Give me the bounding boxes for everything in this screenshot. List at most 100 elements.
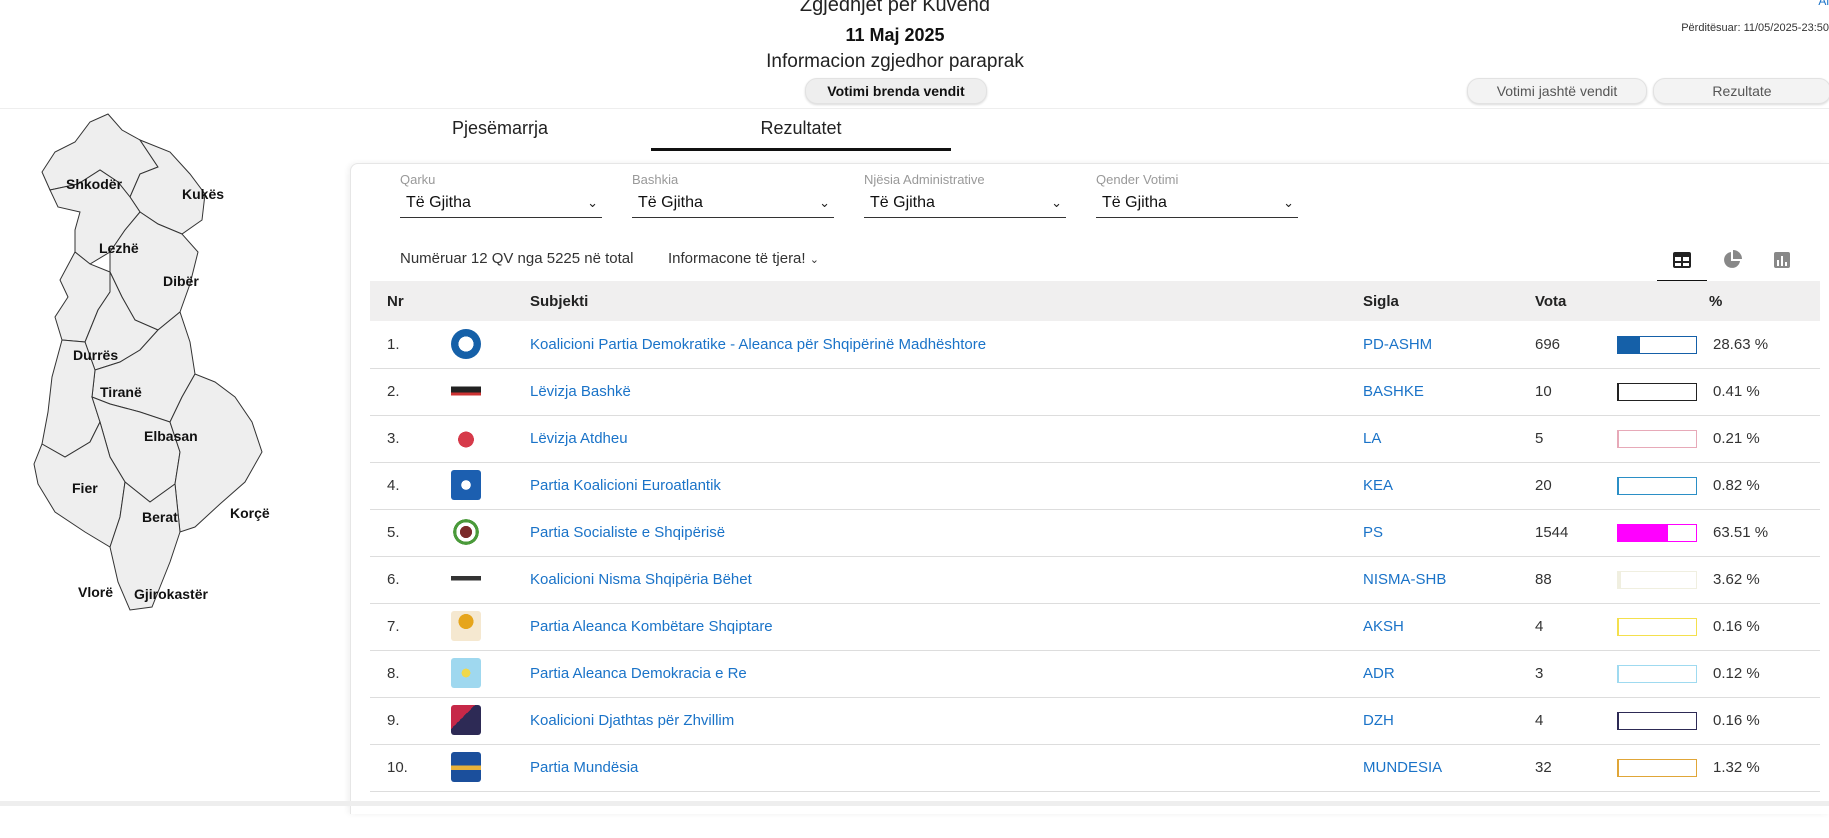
admin-unit-select[interactable]: Të Gjitha⌄	[864, 190, 1066, 218]
table-row[interactable]: 5.Partia Socialiste e ShqipërisëPS154463…	[370, 509, 1820, 557]
filter-label: Qarku	[400, 172, 602, 190]
region-fier[interactable]: Fier	[72, 480, 98, 496]
party-acronym-link[interactable]: KEA	[1363, 477, 1393, 494]
party-votes: 1544	[1535, 524, 1568, 541]
party-votes: 88	[1535, 571, 1552, 588]
party-percent: 3.62 %	[1713, 571, 1760, 588]
table-row[interactable]: 4.Partia Koalicioni EuroatlantikKEA200.8…	[370, 462, 1820, 510]
party-acronym-link[interactable]: ADR	[1363, 665, 1395, 682]
pie-view-button[interactable]	[1707, 240, 1757, 280]
party-name-link[interactable]: Partia Koalicioni Euroatlantik	[530, 477, 721, 494]
table-row[interactable]: 1. Koalicioni Partia Demokratike - Aleanc…	[370, 321, 1820, 369]
tab-results[interactable]: Rezultatet	[651, 118, 951, 139]
party-votes: 696	[1535, 336, 1560, 353]
party-votes: 3	[1535, 665, 1543, 682]
table-row[interactable]: 8.Partia Aleanca Demokracia e ReADR30.12…	[370, 650, 1820, 698]
filter-admin-unit[interactable]: Njësia Administrative Të Gjitha⌄	[864, 172, 1066, 218]
region-gjirokaster[interactable]: Gjirokastër	[134, 586, 208, 602]
party-acronym-link[interactable]: MUNDESIA	[1363, 759, 1442, 776]
party-name-link[interactable]: Partia Mundësia	[530, 759, 638, 776]
inside-country-button[interactable]: Votimi brenda vendit	[805, 78, 987, 104]
language-link[interactable]: Al	[1818, 0, 1829, 8]
filter-county[interactable]: Qarku Të Gjitha⌄	[400, 172, 602, 218]
row-nr: 1.	[387, 336, 400, 353]
party-name-link[interactable]: Koalicioni Nisma Shqipëria Bëhet	[530, 571, 752, 588]
bottom-scrollbar[interactable]	[0, 801, 1829, 806]
vote-share-bar	[1617, 712, 1697, 730]
party-percent: 28.63 %	[1713, 336, 1768, 353]
region-tirane[interactable]: Tiranë	[100, 384, 142, 400]
chevron-down-icon: ⌄	[1051, 190, 1062, 216]
row-nr: 10.	[387, 759, 408, 776]
party-logo-icon	[451, 705, 481, 735]
table-icon	[1673, 252, 1691, 268]
party-acronym-link[interactable]: DZH	[1363, 712, 1394, 729]
table-row[interactable]: 3. Lëvizja Atdheu LA 5 0.21 %	[370, 415, 1820, 463]
bar-view-button[interactable]	[1757, 240, 1807, 280]
municipality-select[interactable]: Të Gjitha⌄	[632, 190, 834, 218]
table-row[interactable]: 10.Partia MundësiaMUNDESIA321.32 %	[370, 744, 1820, 792]
party-name-link[interactable]: Koalicioni Djathtas për Zhvillim	[530, 712, 734, 729]
table-row[interactable]: 9.Koalicioni Djathtas për ZhvillimDZH40.…	[370, 697, 1820, 745]
region-korce[interactable]: Korçë	[230, 505, 270, 521]
region-lezhe[interactable]: Lezhë	[99, 240, 139, 256]
region-durres[interactable]: Durrës	[73, 347, 118, 363]
party-acronym-link[interactable]: NISMA-SHB	[1363, 571, 1446, 588]
party-logo-icon	[451, 517, 481, 547]
col-acronym[interactable]: Sigla	[1363, 293, 1399, 310]
party-name-link[interactable]: Lëvizja Bashkë	[530, 383, 631, 400]
party-name-link[interactable]: Partia Aleanca Kombëtare Shqiptare	[530, 618, 773, 635]
party-acronym-link[interactable]: PS	[1363, 524, 1383, 541]
party-votes: 4	[1535, 618, 1543, 635]
row-nr: 7.	[387, 618, 400, 635]
party-acronym-link[interactable]: AKSH	[1363, 618, 1404, 635]
voting-center-select[interactable]: Të Gjitha⌄	[1096, 190, 1298, 218]
region-berat[interactable]: Berat	[142, 509, 178, 525]
vote-share-fill	[1618, 760, 1619, 776]
party-name-link[interactable]: Lëvizja Atdheu	[530, 430, 628, 447]
albania-map[interactable]: Shkodër Kukës Lezhë Dibër Durrës Tiranë …	[30, 112, 310, 712]
row-nr: 5.	[387, 524, 400, 541]
vote-share-fill	[1618, 337, 1640, 353]
results-button[interactable]: Rezultate	[1653, 78, 1829, 104]
party-acronym-link[interactable]: PD-ASHM	[1363, 336, 1432, 353]
party-name-link[interactable]: Koalicioni Partia Demokratike - Aleanca …	[530, 336, 986, 353]
county-select[interactable]: Të Gjitha⌄	[400, 190, 602, 218]
election-date: 11 Maj 2025	[0, 25, 1790, 46]
region-kukes[interactable]: Kukës	[182, 186, 224, 202]
region-elbasan[interactable]: Elbasan	[144, 428, 198, 444]
region-vlore[interactable]: Vlorë	[78, 584, 113, 600]
col-votes[interactable]: Vota	[1535, 293, 1566, 310]
region-shkoder[interactable]: Shkodër	[66, 176, 122, 192]
party-acronym-link[interactable]: BASHKE	[1363, 383, 1424, 400]
table-view-button[interactable]	[1657, 240, 1707, 282]
party-votes: 5	[1535, 430, 1543, 447]
vote-share-fill	[1618, 478, 1619, 494]
table-row[interactable]: 7. Partia Aleanca Kombëtare Shqiptare AKSH…	[370, 603, 1820, 651]
col-subject[interactable]: Subjekti	[530, 293, 588, 310]
pie-chart-icon	[1722, 250, 1742, 270]
party-name-link[interactable]: Partia Socialiste e Shqipërisë	[530, 524, 725, 541]
party-votes: 10	[1535, 383, 1552, 400]
vote-share-bar	[1617, 618, 1697, 636]
party-name-link[interactable]: Partia Aleanca Demokracia e Re	[530, 665, 747, 682]
bar-chart-icon	[1773, 251, 1791, 269]
filter-voting-center[interactable]: Qender Votimi Të Gjitha⌄	[1096, 172, 1298, 218]
table-row[interactable]: 6.Koalicioni Nisma Shqipëria BëhetNISMA-…	[370, 556, 1820, 604]
party-logo-icon	[451, 611, 481, 641]
col-nr[interactable]: Nr	[387, 293, 404, 310]
filter-municipality[interactable]: Bashkia Të Gjitha⌄	[632, 172, 834, 218]
tab-participation[interactable]: Pjesëmarrja	[355, 118, 645, 139]
abroad-button[interactable]: Votimi jashtë vendit	[1467, 78, 1647, 104]
row-nr: 3.	[387, 430, 400, 447]
region-diber[interactable]: Dibër	[163, 273, 199, 289]
vote-share-bar	[1617, 430, 1697, 448]
chevron-down-icon: ⌄	[810, 254, 819, 266]
table-row[interactable]: 2.Lëvizja BashkëBASHKE100.41 %	[370, 368, 1820, 416]
party-percent: 0.21 %	[1713, 430, 1760, 447]
party-acronym-link[interactable]: LA	[1363, 430, 1381, 447]
vote-share-fill	[1618, 572, 1621, 588]
vote-share-bar	[1617, 759, 1697, 777]
more-info-dropdown[interactable]: Informacone të tjera! ⌄	[668, 250, 819, 267]
col-percent[interactable]: %	[1709, 293, 1722, 310]
